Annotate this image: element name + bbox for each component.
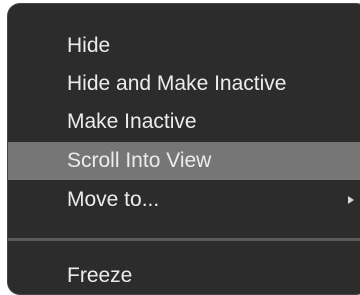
menu-item-hide[interactable]: Hide (8, 27, 360, 65)
menu-item-freeze[interactable]: Freeze (8, 257, 360, 295)
menu-item-make-inactive[interactable]: Make Inactive (8, 103, 360, 141)
menu-item-label: Hide and Make Inactive (67, 72, 287, 95)
submenu-arrow-icon (348, 196, 354, 204)
menu-item-label: Move to... (67, 188, 160, 211)
menu-item-label: Make Inactive (67, 110, 197, 133)
menu-item-hide-and-make-inactive[interactable]: Hide and Make Inactive (8, 65, 360, 103)
menu-separator (8, 238, 360, 241)
menu-item-scroll-into-view[interactable]: Scroll Into View (8, 142, 360, 180)
menu-item-move-to[interactable]: Move to... (8, 181, 360, 219)
menu-item-label: Hide (67, 34, 111, 57)
menu-item-label: Scroll Into View (67, 149, 212, 172)
context-menu: Hide Hide and Make Inactive Make Inactiv… (8, 4, 360, 294)
menu-item-label: Freeze (67, 264, 133, 287)
